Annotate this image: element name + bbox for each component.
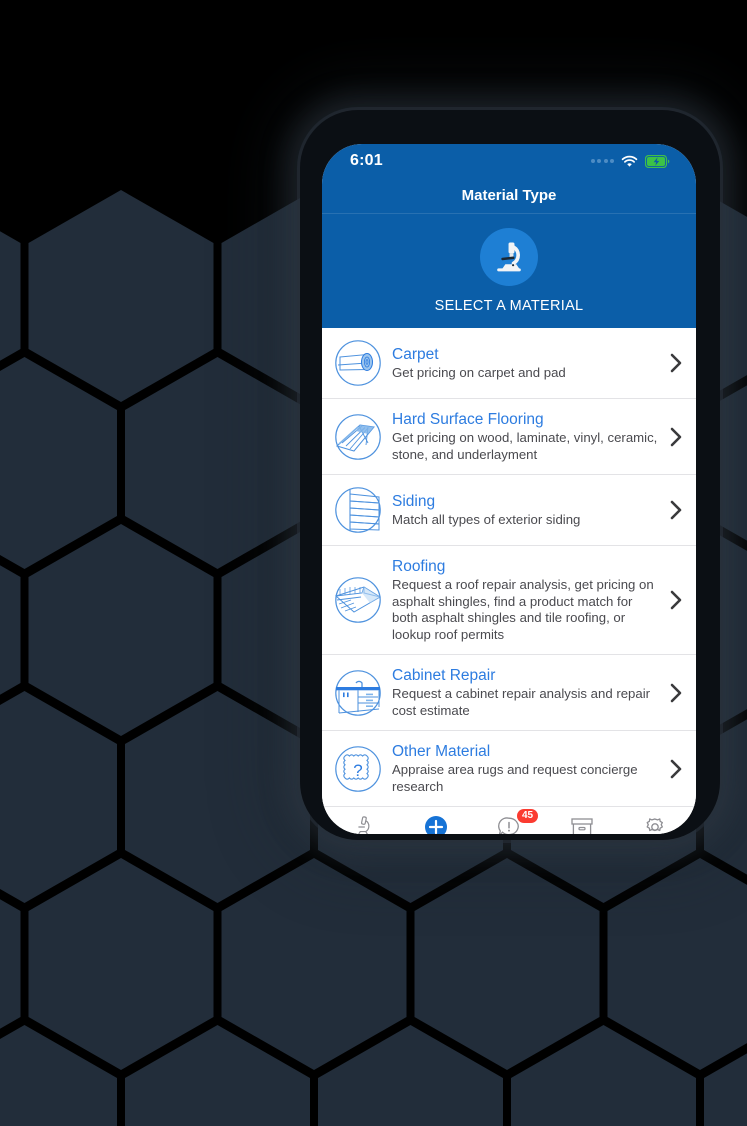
list-item-subtitle: Get pricing on carpet and pad: [392, 364, 566, 380]
microscope-logo-icon: [480, 228, 538, 286]
status-bar: 6:01: [322, 144, 696, 178]
chevron-right-icon[interactable]: [668, 500, 684, 520]
page-title: Material Type: [461, 187, 557, 204]
tab-bar: My Tests New Test 45 Action Req.: [322, 806, 696, 834]
archive-box-icon: [570, 813, 594, 834]
hard-surface-flooring-icon: [330, 413, 386, 461]
list-item-siding[interactable]: Siding Match all types of exterior sidin…: [322, 475, 696, 546]
list-item-title: Cabinet Repair: [392, 667, 496, 684]
list-item-title: Roofing: [392, 558, 446, 575]
list-item-other-material[interactable]: ? Other Material Appraise area rugs and …: [322, 731, 696, 806]
material-list: Carpet Get pricing on carpet and pad Har…: [322, 328, 696, 806]
cabinet-icon: [330, 669, 386, 717]
carpet-roll-icon: [330, 339, 386, 387]
chevron-right-icon[interactable]: [668, 427, 684, 447]
chevron-right-icon[interactable]: [668, 353, 684, 373]
list-item-subtitle: Appraise area rugs and request concierge…: [392, 762, 638, 794]
hero-label: SELECT A MATERIAL: [434, 298, 584, 314]
tab-settings[interactable]: Settings: [619, 813, 692, 834]
tab-new-test[interactable]: New Test: [399, 813, 472, 834]
svg-text:?: ?: [353, 761, 362, 780]
battery-charging-icon: [645, 154, 670, 168]
hero-section: SELECT A MATERIAL: [322, 214, 696, 328]
list-item-carpet[interactable]: Carpet Get pricing on carpet and pad: [322, 328, 696, 399]
list-item-title: Other Material: [392, 743, 491, 760]
plus-circle-icon: [424, 813, 448, 834]
question-swatch-icon: ?: [330, 745, 386, 793]
wifi-icon: [621, 155, 638, 167]
microscope-icon: [352, 813, 374, 834]
list-item-cabinet-repair[interactable]: Cabinet Repair Request a cabinet repair …: [322, 655, 696, 731]
gear-icon: [643, 813, 667, 834]
tab-my-tests[interactable]: My Tests: [326, 813, 399, 834]
navigation-bar: Material Type: [322, 178, 696, 214]
chevron-right-icon[interactable]: [668, 683, 684, 703]
tab-archive[interactable]: Archive: [546, 813, 619, 834]
list-item-title: Carpet: [392, 345, 439, 363]
list-item-title: Hard Surface Flooring: [392, 411, 544, 428]
action-req-badge: 45: [517, 809, 539, 823]
list-item-title: Siding: [392, 492, 436, 510]
phone-frame: 6:01 Material Type SELECT A MATERIAL Car…: [322, 144, 696, 834]
list-item-hard-surface-flooring[interactable]: Hard Surface Flooring Get pricing on woo…: [322, 399, 696, 475]
signal-dots-icon: [590, 159, 614, 163]
siding-icon: [330, 486, 386, 534]
roofing-icon: [330, 576, 386, 624]
chevron-right-icon[interactable]: [668, 759, 684, 779]
list-item-roofing[interactable]: Roofing Request a roof repair analysis, …: [322, 546, 696, 655]
list-item-subtitle: Request a roof repair analysis, get pric…: [392, 577, 654, 642]
chevron-right-icon[interactable]: [668, 590, 684, 610]
tab-action-req[interactable]: 45 Action Req.: [472, 809, 545, 834]
list-item-subtitle: Request a cabinet repair analysis and re…: [392, 686, 651, 718]
status-bar-time: 6:01: [350, 152, 383, 169]
list-item-subtitle: Get pricing on wood, laminate, vinyl, ce…: [392, 430, 658, 462]
list-item-subtitle: Match all types of exterior siding: [392, 511, 581, 527]
alert-bubble-icon: 45: [497, 809, 539, 834]
